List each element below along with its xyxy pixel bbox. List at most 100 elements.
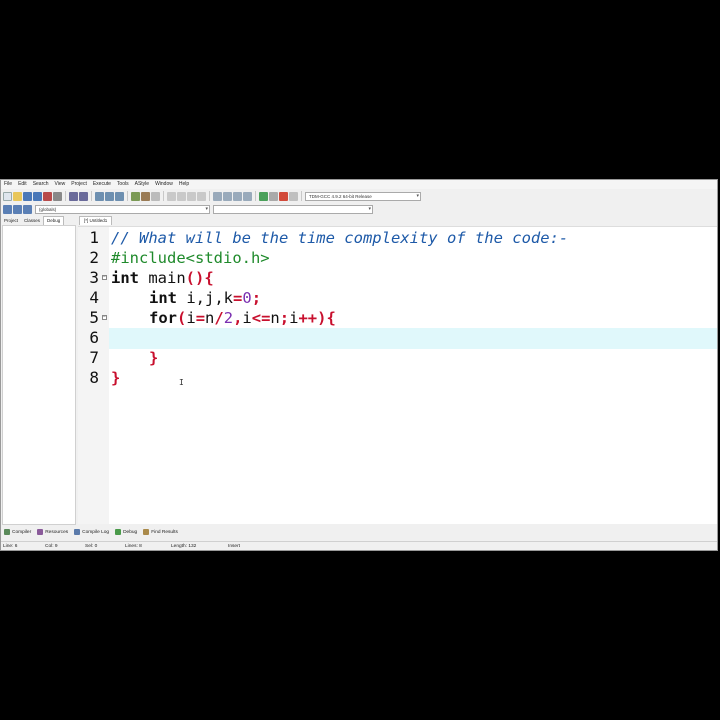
resources-icon: [37, 529, 44, 535]
tab-find-results[interactable]: Find Results: [143, 529, 178, 535]
keyword: for: [149, 309, 177, 327]
mouse-ibeam-cursor: I: [179, 378, 184, 387]
identifier: i,j,k: [177, 289, 233, 307]
symbol-select[interactable]: [213, 204, 373, 214]
goto-bookmark-icon[interactable]: [23, 204, 32, 214]
fold-toggle-icon[interactable]: −: [102, 315, 107, 320]
tab-debug-output[interactable]: Debug: [115, 529, 137, 535]
redo-icon[interactable]: [79, 191, 88, 201]
side-panel: [2, 225, 76, 525]
line-number: 3: [89, 268, 99, 287]
status-col: Col: 9: [45, 544, 58, 549]
tab-label: Compiler: [12, 529, 32, 535]
save-icon[interactable]: [23, 191, 32, 201]
debug-icon: [115, 529, 122, 535]
status-mode: Insert: [228, 544, 240, 549]
identifier: main: [139, 269, 186, 287]
number: 2: [223, 309, 234, 327]
tab-untitled1[interactable]: [*] Untitled1: [79, 216, 113, 225]
menu-execute[interactable]: Execute: [90, 180, 114, 189]
compiler-select[interactable]: TDM-GCC 4.9.2 64-bit Release: [305, 191, 421, 201]
run-icon[interactable]: [289, 191, 298, 201]
toggle-comment-icon[interactable]: [151, 191, 160, 201]
menu-search[interactable]: Search: [30, 180, 52, 189]
symbol: /: [214, 309, 224, 327]
project-options-icon[interactable]: [233, 191, 242, 201]
menu-tools[interactable]: Tools: [114, 180, 132, 189]
tab-resources[interactable]: Resources: [37, 529, 68, 535]
class-browser-icon[interactable]: [243, 191, 252, 201]
bookmark-icon[interactable]: [187, 191, 196, 201]
tab-label: Resources: [45, 529, 69, 535]
menu-file[interactable]: File: [1, 180, 15, 189]
symbol: ;: [279, 309, 290, 327]
find-icon[interactable]: [95, 191, 104, 201]
compile-icon[interactable]: [279, 191, 288, 201]
replace-icon[interactable]: [105, 191, 114, 201]
close-file-icon[interactable]: [43, 191, 52, 201]
symbol: (){: [185, 269, 214, 287]
compiler-icon: [4, 529, 10, 535]
menu-astyle[interactable]: AStyle: [132, 180, 152, 189]
menu-view[interactable]: View: [52, 180, 69, 189]
keyword: int: [111, 269, 139, 287]
tab-classes[interactable]: Classes: [21, 216, 43, 225]
open-project-icon[interactable]: [223, 191, 232, 201]
tab-compiler[interactable]: Compiler: [4, 529, 31, 535]
menu-bar: File Edit Search View Project Execute To…: [1, 180, 717, 189]
code-line-5: for(i=n/2,i<=n;i++){: [149, 308, 336, 328]
menu-edit[interactable]: Edit: [15, 180, 30, 189]
bottom-panel-tabs: Compiler Resources Compile Log Debug Fin…: [1, 527, 717, 537]
menu-project[interactable]: Project: [68, 180, 90, 189]
goto-icon[interactable]: [115, 191, 124, 201]
new-project-icon[interactable]: [213, 191, 222, 201]
toolbar-divider: [91, 191, 92, 201]
toolbar-divider: [127, 191, 128, 201]
forward-icon[interactable]: [177, 191, 186, 201]
code-line-7: }: [149, 348, 158, 368]
symbol: <=: [251, 309, 271, 327]
status-line: Line: 6: [3, 544, 18, 549]
menu-help[interactable]: Help: [176, 180, 192, 189]
tab-debug[interactable]: Debug: [43, 216, 65, 225]
compile-log-icon: [74, 529, 81, 535]
code-line-2: #include<stdio.h>: [111, 248, 270, 268]
back-icon[interactable]: [167, 191, 176, 201]
find-results-icon: [143, 529, 150, 535]
symbol: (: [177, 309, 187, 327]
code-editor[interactable]: 1 2 3 4 5 6 7 8 − − // What will be the …: [78, 226, 717, 524]
scope-select[interactable]: (globals): [35, 204, 210, 214]
status-length: Length: 132: [171, 544, 197, 549]
status-bar: Line: 6 Col: 9 Sel: 0 Lines: 8 Length: 1…: [1, 541, 717, 550]
symbol: ;: [251, 289, 262, 307]
check-syntax-icon[interactable]: [259, 191, 268, 201]
number: 0: [242, 289, 252, 307]
toolbar-divider: [301, 191, 302, 201]
next-bookmark-icon[interactable]: [197, 191, 206, 201]
open-folder-icon[interactable]: [13, 191, 22, 201]
symbol: =: [195, 309, 206, 327]
toggle-bookmark-icon[interactable]: [13, 204, 22, 214]
line-number: 5: [89, 308, 99, 327]
new-file-icon[interactable]: [3, 191, 12, 201]
menu-window[interactable]: Window: [152, 180, 176, 189]
status-lines: Lines: 8: [125, 544, 142, 549]
symbol: ){: [317, 309, 336, 327]
tab-project[interactable]: Project: [1, 216, 21, 225]
save-all-icon[interactable]: [33, 191, 42, 201]
identifier: i: [186, 309, 196, 327]
code-line-8: }: [111, 368, 120, 388]
preprocessor-directive: #include<stdio.h>: [111, 249, 270, 267]
indent-icon[interactable]: [131, 191, 140, 201]
undo-icon[interactable]: [69, 191, 78, 201]
insert-icon[interactable]: [3, 204, 12, 214]
symbol: }: [149, 349, 159, 367]
tab-compile-log[interactable]: Compile Log: [74, 529, 109, 535]
code-line-1: // What will be the time complexity of t…: [111, 228, 568, 248]
unindent-icon[interactable]: [141, 191, 150, 201]
comment: // What will be the time complexity of t…: [111, 229, 569, 247]
stop-icon[interactable]: [269, 191, 278, 201]
toolbar-divider: [65, 191, 66, 201]
print-icon[interactable]: [53, 191, 62, 201]
fold-toggle-icon[interactable]: −: [102, 275, 107, 280]
